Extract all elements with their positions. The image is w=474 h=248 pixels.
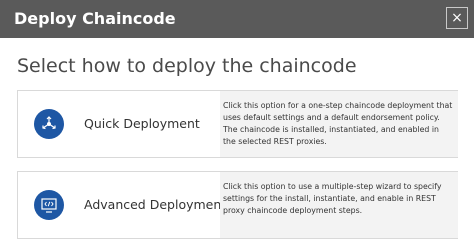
quick-deployment-label: Quick Deployment <box>84 116 200 131</box>
quick-deployment-option[interactable]: Quick Deployment Click this option for a… <box>17 90 458 158</box>
code-monitor-icon <box>34 190 64 220</box>
deploy-network-icon <box>34 109 64 139</box>
close-icon: × <box>451 10 463 26</box>
quick-deployment-description: Click this option for a one-step chainco… <box>220 91 458 157</box>
dialog-heading: Select how to deploy the chaincode <box>17 55 357 77</box>
close-button[interactable]: × <box>446 7 468 29</box>
advanced-deployment-label: Advanced Deployment <box>84 197 227 212</box>
dialog-titlebar: Deploy Chaincode × <box>0 0 474 38</box>
advanced-deployment-option[interactable]: Advanced Deployment Click this option to… <box>17 171 458 239</box>
advanced-deployment-description: Click this option to use a multiple-step… <box>220 172 458 238</box>
dialog-title: Deploy Chaincode <box>14 9 176 28</box>
